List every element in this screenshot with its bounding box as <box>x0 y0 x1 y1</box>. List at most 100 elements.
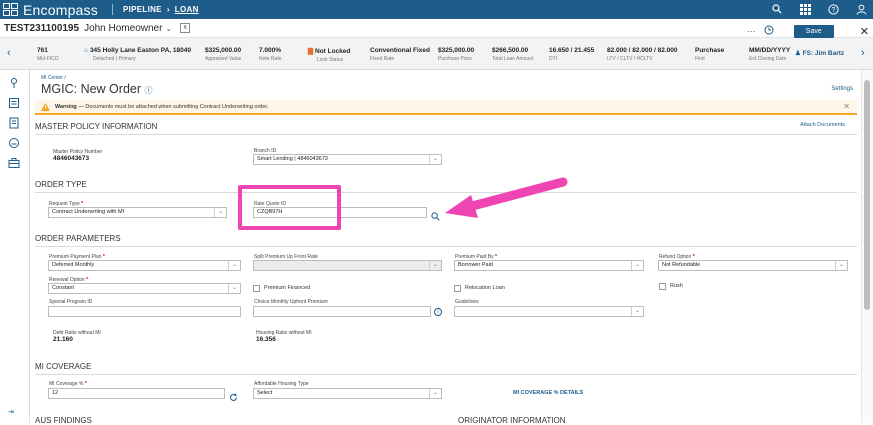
master-policy-value: 4846043673 <box>53 155 90 162</box>
user-icon[interactable] <box>855 3 867 15</box>
settings-link[interactable]: Settings <box>831 86 853 92</box>
debt-ratio-value: 21.160 <box>53 336 73 343</box>
lock-icon: ▇ <box>308 48 313 55</box>
section-order-parameters: ORDER PARAMETERS <box>35 234 857 247</box>
guidelines-select[interactable]: ⌄ <box>454 306 644 317</box>
special-program-input[interactable] <box>48 306 241 317</box>
mi-coverage-details-link[interactable]: MI COVERAGE % DETAILS <box>513 390 583 396</box>
rush-checkbox[interactable] <box>659 283 666 290</box>
warning-banner: Warning — Documents must be attached whe… <box>35 100 857 115</box>
summary-appraised: $325,000.00 Appraised Value <box>205 47 242 62</box>
pin-icon[interactable] <box>8 76 20 88</box>
mi-coverage-input[interactable]: 12 <box>48 388 225 399</box>
page-scrollbar[interactable] <box>861 70 873 423</box>
renewal-option-select[interactable]: Constant ⌄ <box>48 283 241 294</box>
info-icon[interactable]: i <box>434 308 442 316</box>
chevron-down-icon[interactable]: ⌄ <box>228 261 240 270</box>
summary-dti: 16.650 / 21.455 DTI <box>549 47 595 62</box>
briefcase-icon[interactable] <box>8 156 20 168</box>
home-icon: ⌂ <box>84 47 88 54</box>
save-button[interactable]: Save <box>793 24 834 38</box>
summary-next-arrow-icon[interactable]: › <box>861 47 865 59</box>
section-aus-findings: AUS FINDINGS <box>35 416 92 425</box>
app-header: Encompass PIPELINE › LOAN ? <box>0 0 873 19</box>
borrower-chevron-icon[interactable]: ⌄ <box>165 24 172 33</box>
apps-grid-icon[interactable] <box>799 3 811 15</box>
chevron-down-icon[interactable]: ⌄ <box>429 155 441 164</box>
warning-icon <box>41 98 50 116</box>
relocation-loan-checkbox[interactable] <box>454 285 461 292</box>
warning-text: Warning — Documents must be attached whe… <box>55 103 269 110</box>
choice-premium-input[interactable] <box>253 306 431 317</box>
svg-text:?: ? <box>831 7 835 14</box>
crumb-loan[interactable]: LOAN <box>175 5 199 14</box>
premium-paid-by-select[interactable]: Borrower Paid ⌄ <box>454 260 644 271</box>
chevron-down-icon[interactable]: ⌄ <box>631 307 643 316</box>
crumb-separator: › <box>166 5 170 14</box>
chevron-down-icon[interactable]: ⌄ <box>429 389 441 398</box>
premium-plan-select[interactable]: Deferred Monthly ⌄ <box>48 260 241 271</box>
close-loan-icon[interactable]: ✕ <box>860 25 869 38</box>
summary-lock: ▇ Not Locked Lock Status <box>308 48 351 63</box>
affordable-housing-label: Affordable Housing Type <box>254 381 309 387</box>
chevron-down-icon[interactable]: ⌄ <box>214 208 226 217</box>
chevron-down-icon[interactable]: ⌄ <box>228 284 240 293</box>
loan-info-box-icon[interactable]: x <box>180 23 191 33</box>
summary-address: ⌂ 345 Holly Lane Easton PA, 18040 Detache… <box>84 47 191 62</box>
info-icon[interactable]: ⓘ <box>145 86 153 95</box>
split-premium-select[interactable]: ⌄ <box>253 260 442 271</box>
affordable-housing-select[interactable]: Select ⌄ <box>253 388 442 399</box>
section-originator-information: ORIGINATOR INFORMATION <box>458 416 566 425</box>
mi-coverage-label: MI Coverage % * <box>49 381 87 387</box>
warning-close-icon[interactable]: ✕ <box>843 102 850 111</box>
summary-price: $325,000.00 Purchase Price <box>438 47 475 62</box>
file-starter-button[interactable]: ♟ FS: Jim Bartz <box>795 49 844 57</box>
summary-rate: 7.000% Note Rate <box>259 47 282 62</box>
crumb-pipeline[interactable]: PIPELINE <box>123 5 162 14</box>
summary-closing: MM/DD/YYYY Est Closing Date <box>749 47 791 62</box>
highlight-box <box>238 185 341 230</box>
branch-id-select[interactable]: Smart Lending | 4846043673 ⌄ <box>253 154 442 165</box>
breadcrumb-mi-center[interactable]: MI Center / <box>41 75 66 81</box>
encompass-logo-icon <box>3 3 18 16</box>
summary-purpose: Purchase First <box>695 47 725 62</box>
summary-ltv: 82.000 / 82.000 / 82.000 LTV / CLTV / HCL… <box>607 47 678 62</box>
premium-financed-checkbox[interactable] <box>253 285 260 292</box>
more-options-icon[interactable]: ··· <box>747 26 756 36</box>
main-content: MI Center / MGIC: New Order ⓘ Settings W… <box>31 70 861 425</box>
summary-prev-arrow-icon[interactable]: ‹ <box>7 47 11 59</box>
expand-rail-icon[interactable]: ⇥ <box>8 408 20 420</box>
relocation-loan-label: Relocation Loan <box>465 285 505 291</box>
search-icon[interactable] <box>771 3 783 15</box>
refresh-icon[interactable] <box>229 389 238 401</box>
premium-financed-label: Premium Financed <box>264 285 311 291</box>
chevron-down-icon[interactable]: ⌄ <box>835 261 847 270</box>
forms-icon[interactable] <box>8 96 20 108</box>
section-order-type: ORDER TYPE <box>35 180 857 193</box>
services-icon[interactable] <box>8 136 20 148</box>
section-mi-coverage: MI COVERAGE <box>35 362 857 375</box>
attach-documents-link[interactable]: Attach Documents <box>800 122 845 128</box>
housing-ratio-value: 16.356 <box>256 336 276 343</box>
search-icon[interactable] <box>431 208 440 221</box>
summary-loan-amount: $266,500.00 Total Loan Amount <box>492 47 534 62</box>
choice-premium-label: Choice Monthly Upfront Premium <box>254 299 328 305</box>
help-icon[interactable]: ? <box>827 3 839 15</box>
summary-product: Conventional Fixed Fixed Rate <box>370 47 430 62</box>
person-icon: ♟ <box>795 50 801 57</box>
refund-option-select[interactable]: Not Refundable ⌄ <box>658 260 848 271</box>
special-program-label: Special Program ID <box>49 299 93 305</box>
rush-label: Rush <box>670 283 683 289</box>
page-title: MGIC: New Order ⓘ <box>41 82 153 96</box>
loan-summary-strip: ‹ 761 Mid-FICO ⌂ 345 Holly Lane Easton PA,… <box>0 38 873 70</box>
guidelines-label: Guidelines <box>455 299 479 305</box>
chevron-down-icon[interactable]: ⌄ <box>631 261 643 270</box>
left-tool-rail: ⇥ <box>0 70 30 423</box>
app-title: Encompass <box>23 1 98 18</box>
request-type-select[interactable]: Contract Underwriting with MI ⌄ <box>48 207 227 218</box>
header-divider <box>111 4 113 15</box>
chevron-down-icon[interactable]: ⌄ <box>429 261 441 270</box>
scrollbar-thumb[interactable] <box>864 80 870 310</box>
documents-icon[interactable] <box>8 116 20 129</box>
borrower-name[interactable]: John Homeowner <box>84 23 162 34</box>
